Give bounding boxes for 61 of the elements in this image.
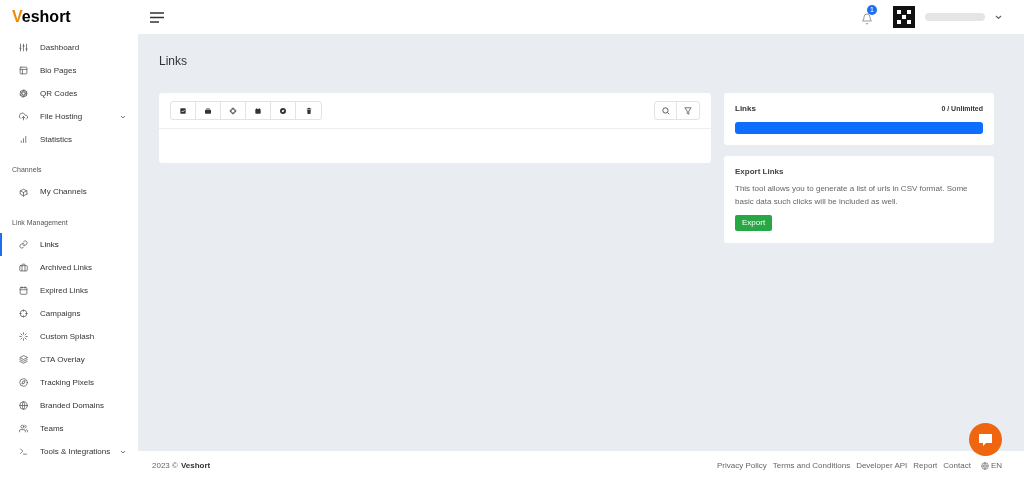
footer-brand: Veshort (180, 459, 211, 472)
card-title: Export Links (735, 166, 785, 178)
link-icon (19, 240, 28, 249)
card-title: Links (735, 103, 756, 115)
chat-button[interactable] (969, 423, 1002, 456)
chevron-down-icon[interactable] (995, 14, 1002, 20)
copyright-text: 2023 © (152, 459, 178, 472)
sidebar-item[interactable]: Links (0, 233, 138, 256)
aperture-icon (19, 89, 28, 98)
calendar-icon (254, 106, 262, 115)
box-icon (19, 187, 28, 197)
sidebar-item[interactable]: Branded Domains (0, 394, 138, 417)
sidebar-item[interactable]: Expired Links (0, 279, 138, 302)
sidebar-item[interactable]: Statistics (0, 128, 138, 151)
terminal-icon (19, 447, 28, 456)
sliders-icon (19, 43, 28, 52)
globe-icon (980, 461, 989, 470)
globe-icon (19, 401, 28, 410)
loader-icon (19, 332, 28, 341)
trash-icon (304, 106, 313, 115)
briefcase-icon (19, 263, 28, 272)
language-link[interactable]: EN (980, 459, 1002, 472)
user-name-placeholder (925, 13, 985, 21)
sidebar-item[interactable]: Campaigns (0, 302, 138, 325)
filter-icon (684, 106, 692, 115)
layers-icon (19, 355, 28, 364)
sidebar-item[interactable]: Custom Splash (0, 325, 138, 348)
cloud-upload-icon (19, 112, 28, 121)
crosshair-icon (229, 106, 237, 115)
calendar-icon (19, 286, 28, 295)
checkbox-icon (179, 106, 187, 115)
sidebar-item[interactable]: Dashboard (0, 36, 138, 59)
users-icon (19, 424, 28, 433)
footer-link[interactable]: Developer API (856, 459, 908, 472)
page-title: Links (159, 54, 188, 68)
footer-link[interactable]: Report (913, 459, 938, 472)
footer-link[interactable]: Terms and Conditions (772, 459, 851, 472)
compass-icon (19, 378, 28, 387)
footer-link[interactable]: Contact (943, 459, 971, 472)
avatar-icon[interactable] (893, 6, 915, 28)
sidebar-item[interactable]: My Channels (0, 180, 138, 204)
sidebar-item[interactable]: Tools & Integrations (0, 440, 138, 463)
bell-icon[interactable] (861, 12, 873, 25)
footer-link[interactable]: Privacy Policy (716, 459, 767, 472)
sidebar-item[interactable]: QR Codes (0, 82, 138, 105)
sidebar-item[interactable]: CTA Overlay (0, 348, 138, 371)
sidebar-item[interactable]: File Hosting (0, 105, 138, 128)
menu-icon[interactable] (150, 11, 164, 23)
sidebar-item[interactable]: Archived Links (0, 256, 138, 279)
logo[interactable]: Veshort (12, 5, 71, 29)
search-icon (661, 106, 670, 115)
compass-icon (279, 106, 287, 115)
sidebar-item[interactable]: Tracking Pixels (0, 371, 138, 394)
bar-chart-icon (19, 135, 28, 144)
sidebar-item[interactable]: Teams (0, 417, 138, 440)
layout-icon (19, 66, 28, 75)
export-description: This tool allows you to generate a list of urls in CSV format. Some basic data such clicks will be included as well. (735, 183, 969, 208)
sidebar-item[interactable]: Bio Pages (0, 59, 138, 82)
chat-icon (979, 433, 992, 446)
briefcase-icon (204, 106, 212, 115)
crosshair-icon (19, 309, 28, 318)
